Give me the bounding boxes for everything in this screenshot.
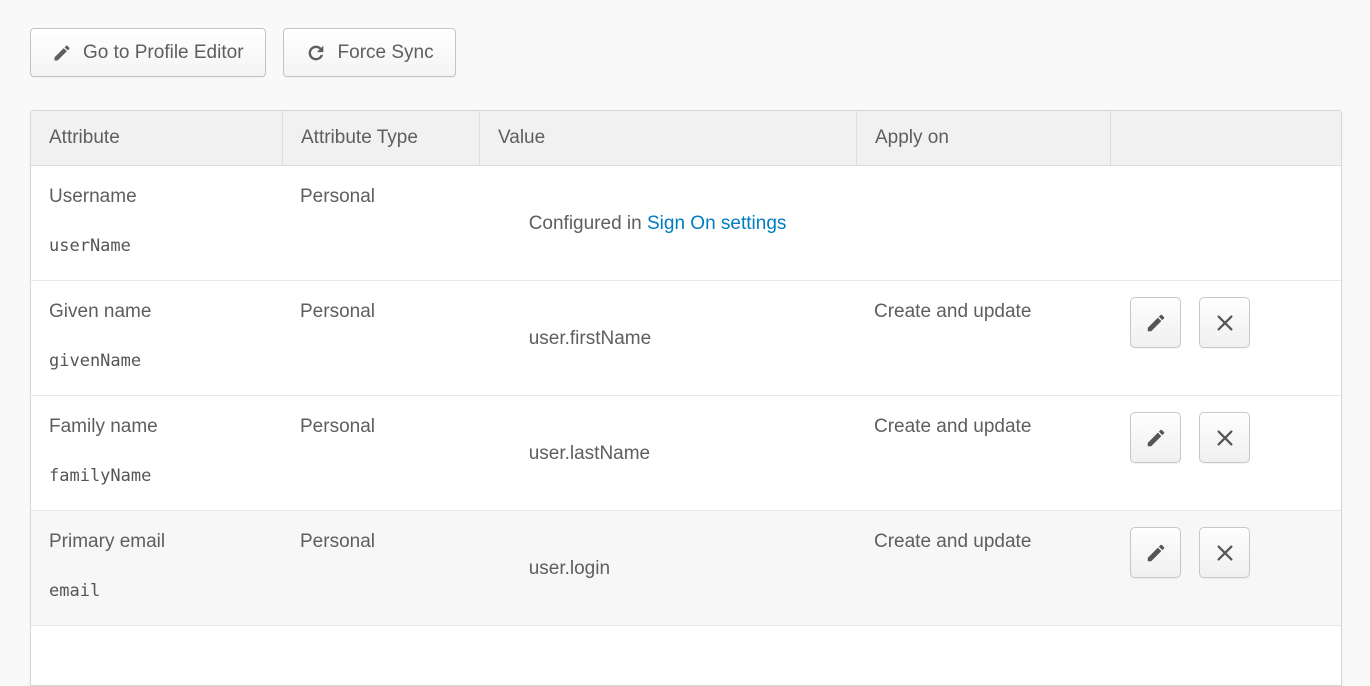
attribute-type-cell: Personal	[282, 396, 479, 510]
table-body: Username userName Personal Configured in…	[31, 166, 1341, 625]
value-text: user.login	[529, 558, 610, 579]
value-text: Configured in	[529, 213, 647, 234]
sync-icon	[305, 42, 327, 64]
go-to-profile-editor-label: Go to Profile Editor	[83, 42, 244, 64]
edit-attribute-button[interactable]	[1130, 412, 1181, 463]
go-to-profile-editor-button[interactable]: Go to Profile Editor	[30, 28, 266, 77]
attribute-label: Given name	[49, 298, 264, 325]
attribute-name: userName	[49, 233, 264, 260]
attribute-type-cell: Personal	[282, 511, 479, 625]
column-header-attribute-type: Attribute Type	[282, 111, 479, 165]
actions-cell	[1110, 511, 1341, 625]
value-text: user.firstName	[529, 328, 651, 349]
attribute-name: familyName	[49, 463, 264, 490]
attribute-type: Personal	[300, 416, 375, 437]
actions-cell	[1110, 396, 1341, 510]
table-row: Username userName Personal Configured in…	[31, 166, 1341, 280]
attribute-label: Primary email	[49, 528, 264, 555]
pencil-icon	[52, 43, 72, 63]
x-icon	[1214, 312, 1236, 334]
force-sync-button[interactable]: Force Sync	[283, 28, 456, 77]
attribute-type: Personal	[300, 531, 375, 552]
column-header-actions	[1110, 111, 1341, 165]
value-cell: Configured in Sign On settings	[479, 166, 856, 280]
apply-on-value: Create and update	[874, 416, 1031, 437]
attribute-name: givenName	[49, 348, 264, 375]
toolbar: Go to Profile Editor Force Sync	[30, 28, 456, 77]
column-header-value: Value	[479, 111, 856, 165]
remove-attribute-button[interactable]	[1199, 527, 1250, 578]
actions-cell	[1110, 166, 1341, 280]
apply-on-cell	[856, 166, 1110, 280]
attribute-type-cell: Personal	[282, 166, 479, 280]
value-cell: user.lastName	[479, 396, 856, 510]
value-text: user.lastName	[529, 443, 650, 464]
attribute-label: Username	[49, 183, 264, 210]
pencil-icon	[1145, 427, 1167, 449]
table-filler-row	[31, 625, 1341, 685]
attribute-name: email	[49, 578, 264, 605]
apply-on-value: Create and update	[874, 301, 1031, 322]
pencil-icon	[1145, 312, 1167, 334]
x-icon	[1214, 427, 1236, 449]
force-sync-label: Force Sync	[338, 42, 434, 64]
pencil-icon	[1145, 542, 1167, 564]
attribute-type: Personal	[300, 301, 375, 322]
attribute-cell: Primary email email	[31, 511, 282, 625]
attribute-mapping-table: Attribute Attribute Type Value Apply on …	[30, 110, 1342, 686]
x-icon	[1214, 542, 1236, 564]
column-header-attribute: Attribute	[31, 111, 282, 165]
attribute-cell: Given name givenName	[31, 281, 282, 395]
apply-on-cell: Create and update	[856, 396, 1110, 510]
table-row: Family name familyName Personal user.las…	[31, 395, 1341, 510]
table-header: Attribute Attribute Type Value Apply on	[31, 111, 1341, 166]
edit-attribute-button[interactable]	[1130, 527, 1181, 578]
remove-attribute-button[interactable]	[1199, 412, 1250, 463]
attribute-type-cell: Personal	[282, 281, 479, 395]
attribute-cell: Family name familyName	[31, 396, 282, 510]
value-cell: user.login	[479, 511, 856, 625]
attribute-label: Family name	[49, 413, 264, 440]
remove-attribute-button[interactable]	[1199, 297, 1250, 348]
apply-on-cell: Create and update	[856, 281, 1110, 395]
actions-cell	[1110, 281, 1341, 395]
edit-attribute-button[interactable]	[1130, 297, 1181, 348]
sign-on-settings-link[interactable]: Sign On settings	[647, 213, 786, 234]
table-row: Primary email email Personal user.login …	[31, 510, 1341, 625]
apply-on-value: Create and update	[874, 531, 1031, 552]
apply-on-cell: Create and update	[856, 511, 1110, 625]
table-row: Given name givenName Personal user.first…	[31, 280, 1341, 395]
column-header-apply-on: Apply on	[856, 111, 1110, 165]
attribute-type: Personal	[300, 186, 375, 207]
value-cell: user.firstName	[479, 281, 856, 395]
attribute-cell: Username userName	[31, 166, 282, 280]
